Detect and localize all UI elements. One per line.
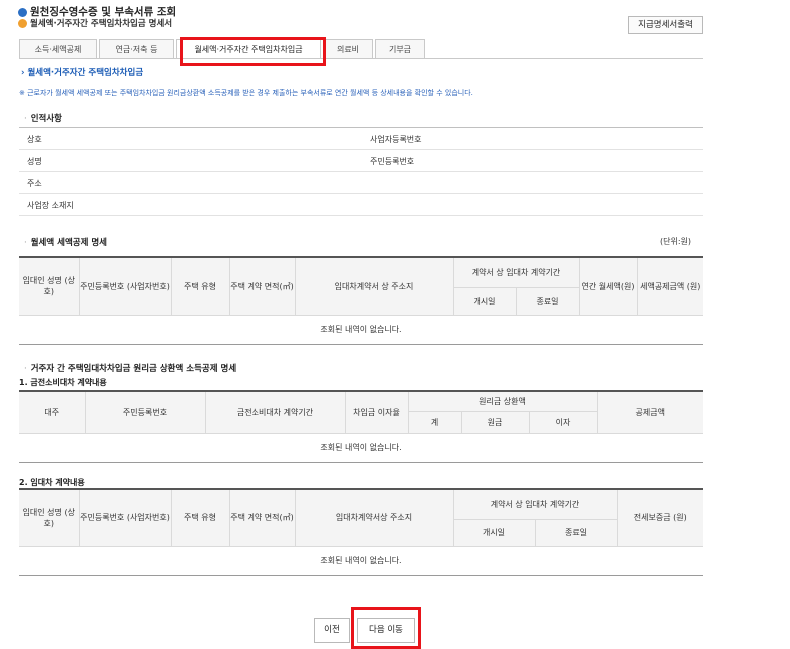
- col-id-no: 주민등록번호 (사업자번호): [79, 257, 172, 316]
- info-row: 성명 주민등록번호: [19, 150, 703, 172]
- col-lease-id-no: 주민등록번호 (사업자번호): [79, 489, 172, 547]
- col-lender: 대주: [19, 391, 86, 434]
- col-lease-end: 종료일: [535, 519, 618, 547]
- col-landlord: 임대인 성명 (상호): [19, 257, 80, 316]
- loan-heading: · 거주자 간 주택임대차차입금 원리금 상환액 소득공제 명세: [24, 364, 237, 374]
- loan-contract-heading: 1. 금전소비대차 계약내용: [19, 378, 107, 387]
- highlight-box-tab: [180, 37, 326, 66]
- print-statement-button[interactable]: 지급명세서출력: [628, 16, 703, 34]
- lease-contract-heading: 2. 임대차 계약내용: [19, 478, 85, 487]
- col-total: 계: [408, 411, 462, 434]
- empty-message: 조회된 내역이 없습니다.: [19, 546, 703, 576]
- info-row: 상호 사업자등록번호: [19, 128, 703, 150]
- company-label: 상호: [27, 135, 42, 144]
- page-subtitle-row: 월세액·거주자간 주택임차차입금 명세서: [18, 18, 708, 30]
- personal-info-table: 상호 사업자등록번호 성명 주민등록번호 주소 사업장 소재지: [19, 127, 703, 216]
- col-annual-rent: 연간 월세액(원): [579, 257, 638, 316]
- col-address: 임대차계약서 상 주소지: [295, 257, 454, 316]
- col-rate: 차입금 이자율: [345, 391, 409, 434]
- address-label: 주소: [27, 179, 42, 188]
- rent-table: 임대인 성명 (상호) 주민등록번호 (사업자번호) 주택 유형 주택 계약 면…: [19, 256, 703, 345]
- col-start: 개시일: [453, 287, 517, 316]
- col-lease-start: 개시일: [453, 519, 536, 547]
- col-loan-period: 금전소비대차 계약기간: [205, 391, 346, 434]
- col-lease-landlord: 임대인 성명 (상호): [19, 489, 80, 547]
- personal-info-heading: · 인적사항: [24, 114, 62, 124]
- col-end: 종료일: [516, 287, 580, 316]
- col-deposit: 전세보증금 (원): [617, 489, 703, 547]
- lease-table: 임대인 성명 (상호) 주민등록번호 (사업자번호) 주택 유형 주택 계약 면…: [19, 488, 703, 576]
- loan-table: 대주 주민등록번호 금전소비대차 계약기간 차입금 이자율 원리금 상환액 공제…: [19, 390, 704, 463]
- business-no-label: 사업자등록번호: [370, 135, 422, 144]
- col-repay: 원리금 상환액: [408, 391, 598, 412]
- col-deduction: 세액공제금액 (원): [637, 257, 703, 316]
- loan-title: 거주자 간 주택임대차차입금 원리금 상환액 소득공제 명세: [30, 364, 237, 374]
- tab-medical[interactable]: 의료비: [323, 39, 373, 59]
- page-header: 원천징수영수증 및 부속서류 조회 월세액·거주자간 주택임차차입금 명세서: [18, 6, 708, 30]
- resident-no-label: 주민등록번호: [370, 157, 415, 166]
- notice-text: ※ 근로자가 월세액 세액공제 또는 주택임차차입금 원리금상환액 소득공제를 …: [19, 89, 473, 97]
- col-period: 계약서 상 임대차 계약기간: [453, 257, 580, 288]
- section-subtitle: › 월세액·거주자간 주택임차차입금: [21, 68, 144, 78]
- rent-title: 월세액 세액공제 명세: [30, 238, 108, 248]
- col-principal: 원금: [461, 411, 530, 434]
- page-title: 원천징수영수증 및 부속서류 조회: [30, 6, 177, 18]
- col-lease-address: 임대차계약서상 주소지: [295, 489, 454, 547]
- col-lender-id: 주민등록번호: [85, 391, 206, 434]
- section-subtitle-text: 월세액·거주자간 주택임차차입금: [27, 68, 144, 78]
- col-interest: 이자: [529, 411, 598, 434]
- tab-donation[interactable]: 기부금: [375, 39, 425, 59]
- prev-button[interactable]: 이전: [314, 618, 350, 643]
- col-loan-deduction: 공제금액: [597, 391, 704, 434]
- tab-income-deduction[interactable]: 소득·세액공제: [19, 39, 97, 59]
- personal-info-title: 인적사항: [30, 114, 62, 124]
- rent-heading: · 월세액 세액공제 명세: [24, 238, 108, 248]
- col-lease-period: 계약서 상 임대차 계약기간: [453, 489, 618, 520]
- col-lease-house-type: 주택 유형: [171, 489, 230, 547]
- highlight-box-next: [351, 607, 421, 649]
- page-title-row: 원천징수영수증 및 부속서류 조회: [18, 6, 708, 18]
- info-row: 주소: [19, 172, 703, 194]
- unit-label: (단위:원): [660, 237, 692, 246]
- page-subtitle: 월세액·거주자간 주택임차차입금 명세서: [30, 19, 173, 29]
- subtitle-bullet-icon: [18, 19, 27, 28]
- info-row: 사업장 소재지: [19, 194, 703, 216]
- col-house-type: 주택 유형: [171, 257, 230, 316]
- empty-message: 조회된 내역이 없습니다.: [19, 433, 704, 463]
- workplace-label: 사업장 소재지: [27, 201, 74, 210]
- col-area: 주택 계약 면적(㎡): [229, 257, 296, 316]
- title-bullet-icon: [18, 7, 27, 17]
- tab-divider: [19, 58, 703, 59]
- tab-pension-savings[interactable]: 연금·저축 등: [99, 39, 174, 59]
- empty-message: 조회된 내역이 없습니다.: [19, 315, 703, 345]
- name-label: 성명: [27, 157, 42, 166]
- col-lease-area: 주택 계약 면적(㎡): [229, 489, 296, 547]
